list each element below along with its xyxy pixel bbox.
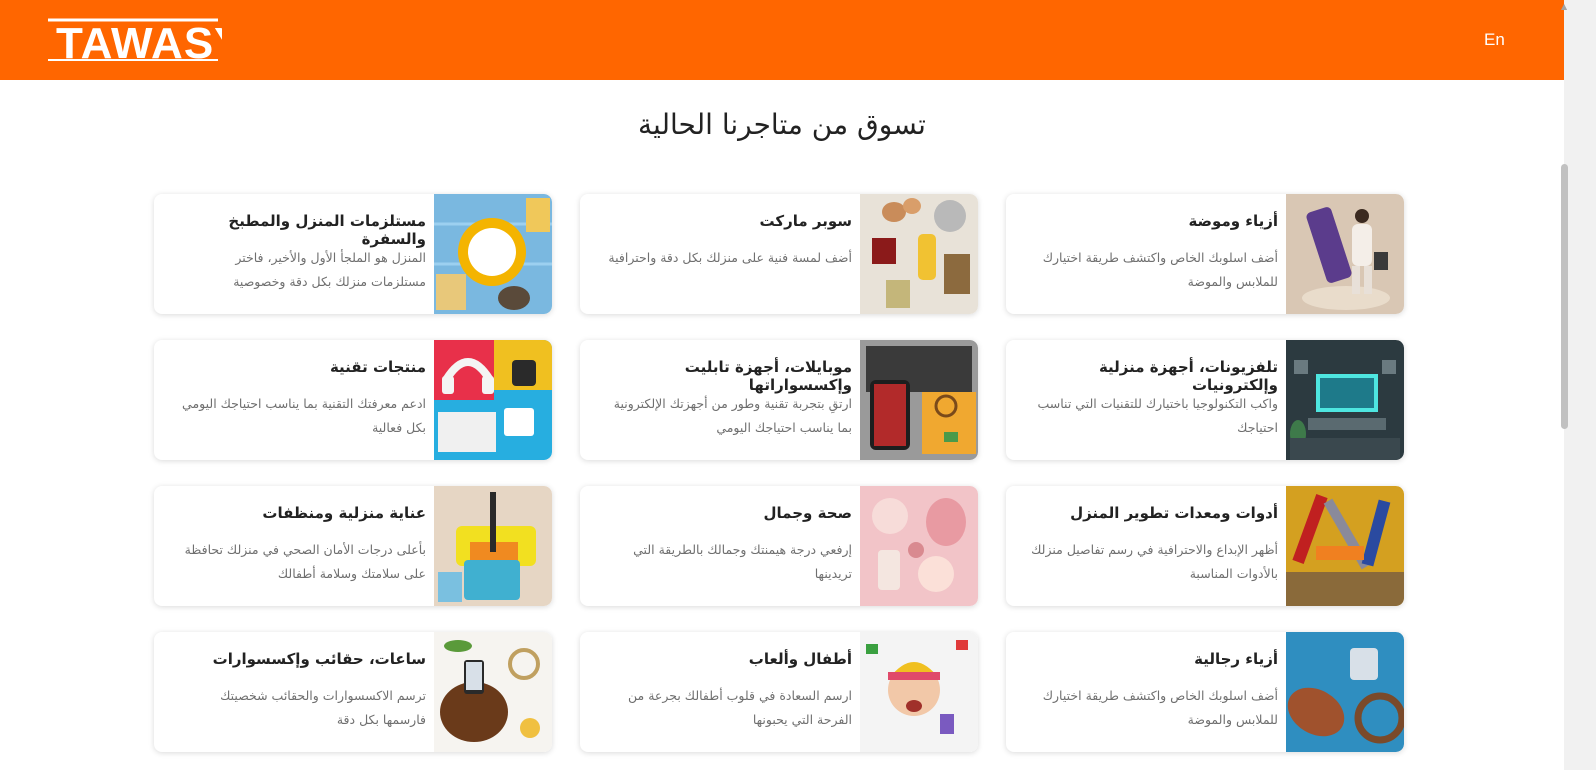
store-description: المنزل هو الملجأ الأول والأخير، فاختر مس… <box>233 250 426 289</box>
store-title: منتجات تقنية <box>329 358 426 376</box>
svg-text:TAWASY: TAWASY <box>56 19 222 66</box>
store-card-supermarket[interactable]: سوبر ماركت أضف لمسة فنية على منزلك بكل د… <box>580 194 978 314</box>
store-title: صحة وجمال <box>763 504 852 522</box>
store-card-mobiles[interactable]: موبايلات، أجهزة تابليت وإكسسواراتها ارتق… <box>580 340 978 460</box>
store-description: أضف لمسة فنية على منزلك بكل دقة واحترافي… <box>608 250 852 265</box>
electronics-image <box>1286 340 1404 460</box>
store-title: أزياء وموضة <box>1188 212 1278 230</box>
store-title: تلفزيونات، أجهزة منزلية وإلكترونيات <box>1098 358 1278 394</box>
store-card-kids[interactable]: أطفال وألعاب ارسم السعادة في قلوب أطفالك… <box>580 632 978 752</box>
tech-products-image <box>434 340 552 460</box>
scrollbar-thumb[interactable] <box>1561 164 1568 429</box>
scrollbar-track[interactable] <box>1564 0 1596 770</box>
store-description: إرفعي درجة هيمنتك وجمالك بالطريقة التي ت… <box>633 542 852 581</box>
store-title: ساعات، حقائب وإكسسوارات <box>212 650 426 668</box>
store-card-electronics[interactable]: تلفزيونات، أجهزة منزلية وإلكترونيات واكب… <box>1006 340 1404 460</box>
mobiles-image <box>860 340 978 460</box>
store-title: سوبر ماركت <box>759 212 853 230</box>
store-title: أزياء رجالية <box>1194 650 1278 668</box>
store-title: أدوات ومعدات تطوير المنزل <box>1070 504 1278 522</box>
store-description: ترسم الاكسسوارات والحقائب شخصيتك فارسمها… <box>220 688 426 727</box>
tools-image <box>1286 486 1404 606</box>
store-title: أطفال وألعاب <box>748 650 852 668</box>
accessories-image <box>434 632 552 752</box>
fashion-image <box>1286 194 1404 314</box>
scroll-up-icon[interactable]: ▲ <box>1561 2 1567 11</box>
tawasy-logo[interactable]: TAWASY <box>42 14 244 68</box>
store-description: أضف اسلوبك الخاص واكتشف طريقة اختيارك لل… <box>1042 250 1278 289</box>
store-card-menswear[interactable]: أزياء رجالية أضف اسلوبك الخاص واكتشف طري… <box>1006 632 1404 752</box>
store-card-cleaning[interactable]: عناية منزلية ومنظفات بأعلى درجات الأمان … <box>154 486 552 606</box>
store-description: واكب التكنولوجيا باختيارك للتقنيات التي … <box>1037 396 1278 435</box>
kitchen-image <box>434 194 552 314</box>
store-title: موبايلات، أجهزة تابليت وإكسسواراتها <box>684 358 852 394</box>
language-toggle[interactable]: En <box>1484 30 1505 50</box>
top-header: TAWASY En <box>0 0 1564 80</box>
store-card-accessories[interactable]: ساعات، حقائب وإكسسوارات ترسم الاكسسوارات… <box>154 632 552 752</box>
cleaning-image <box>434 486 552 606</box>
kids-toys-image <box>860 632 978 752</box>
store-card-fashion[interactable]: أزياء وموضة أضف اسلوبك الخاص واكتشف طريق… <box>1006 194 1404 314</box>
store-description: ارسم السعادة في قلوب أطفالك بجرعة من الف… <box>628 688 852 727</box>
supermarket-image <box>860 194 978 314</box>
store-card-beauty[interactable]: صحة وجمال إرفعي درجة هيمنتك وجمالك بالطر… <box>580 486 978 606</box>
store-title: عناية منزلية ومنظفات <box>262 504 426 522</box>
store-description: أضف اسلوبك الخاص واكتشف طريقة اختيارك لل… <box>1042 688 1278 727</box>
store-description: بأعلى درجات الأمان الصحي في منزلك تحافظة… <box>184 542 426 581</box>
menswear-image <box>1286 632 1404 752</box>
store-description: ادعم معرفتك التقنية بما يناسب احتياجك ال… <box>182 396 426 435</box>
page-title: تسوق من متاجرنا الحالية <box>638 108 926 141</box>
store-card-kitchen[interactable]: مستلزمات المنزل والمطبخ والسفرة المنزل ه… <box>154 194 552 314</box>
store-card-tech[interactable]: منتجات تقنية ادعم معرفتك التقنية بما ينا… <box>154 340 552 460</box>
beauty-image <box>860 486 978 606</box>
store-description: أظهر الإبداع والاحترافية في رسم تفاصيل م… <box>1031 542 1278 581</box>
store-card-tools[interactable]: أدوات ومعدات تطوير المنزل أظهر الإبداع و… <box>1006 486 1404 606</box>
store-title: مستلزمات المنزل والمطبخ والسفرة <box>228 212 426 248</box>
store-description: ارتقِ بتجربة تقنية وطور من أجهزتك الإلكت… <box>613 396 852 435</box>
